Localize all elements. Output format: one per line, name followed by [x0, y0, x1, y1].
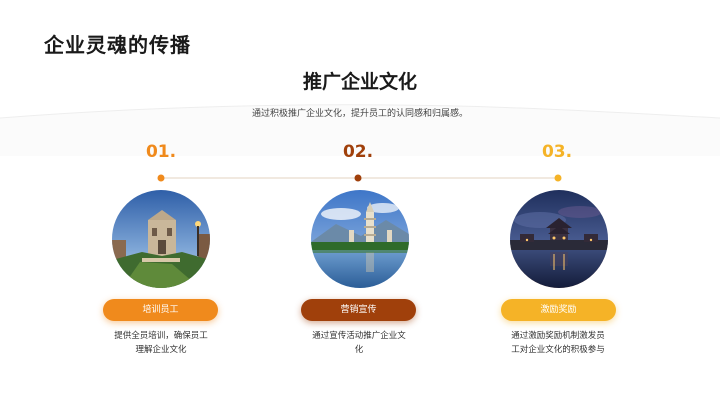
step-label-2[interactable]: 营销宣传	[301, 299, 416, 321]
timeline-dot-2	[354, 174, 362, 182]
timeline-dot-3	[554, 174, 562, 182]
timeline-dot-1	[157, 174, 165, 182]
step-description-3-line-1: 通过激励奖励机制激发员	[511, 331, 605, 341]
step-label-1[interactable]: 培训员工	[103, 299, 218, 321]
slide: 企业灵魂的传播 推广企业文化 通过积极推广企业文化，提升员工的认同感和归属感。 …	[0, 0, 720, 404]
step-description-3-line-2: 工对企业文化的积极参与	[511, 345, 605, 355]
main-heading: 推广企业文化	[302, 71, 417, 93]
page-title: 企业灵魂的传播	[44, 33, 191, 57]
step-description-2-line-1: 通过宣传活动推广企业文	[312, 331, 406, 341]
step-number-2: 02.	[342, 142, 374, 162]
ruins-facade-photo	[112, 190, 210, 288]
step-label-3[interactable]: 激励奖励	[501, 299, 616, 321]
pagoda-lake-photo	[311, 190, 409, 288]
timeline	[157, 174, 562, 182]
step-description-2: 通过宣传活动推广企业文 化	[299, 329, 419, 357]
step-number-1: 01.	[145, 142, 177, 162]
step-description-3: 通过激励奖励机制激发员 工对企业文化的积极参与	[498, 329, 618, 357]
step-description-1-line-2: 理解企业文化	[135, 345, 187, 355]
subheading: 通过积极推广企业文化，提升员工的认同感和归属感。	[251, 109, 468, 119]
step-description-1-line-1: 提供全员培训，确保员工	[114, 331, 208, 341]
step-number-3: 03.	[541, 142, 573, 162]
step-description-2-line-2: 化	[354, 345, 364, 355]
step-description-1: 提供全员培训，确保员工 理解企业文化	[101, 329, 221, 357]
temple-dusk-photo	[510, 190, 608, 288]
